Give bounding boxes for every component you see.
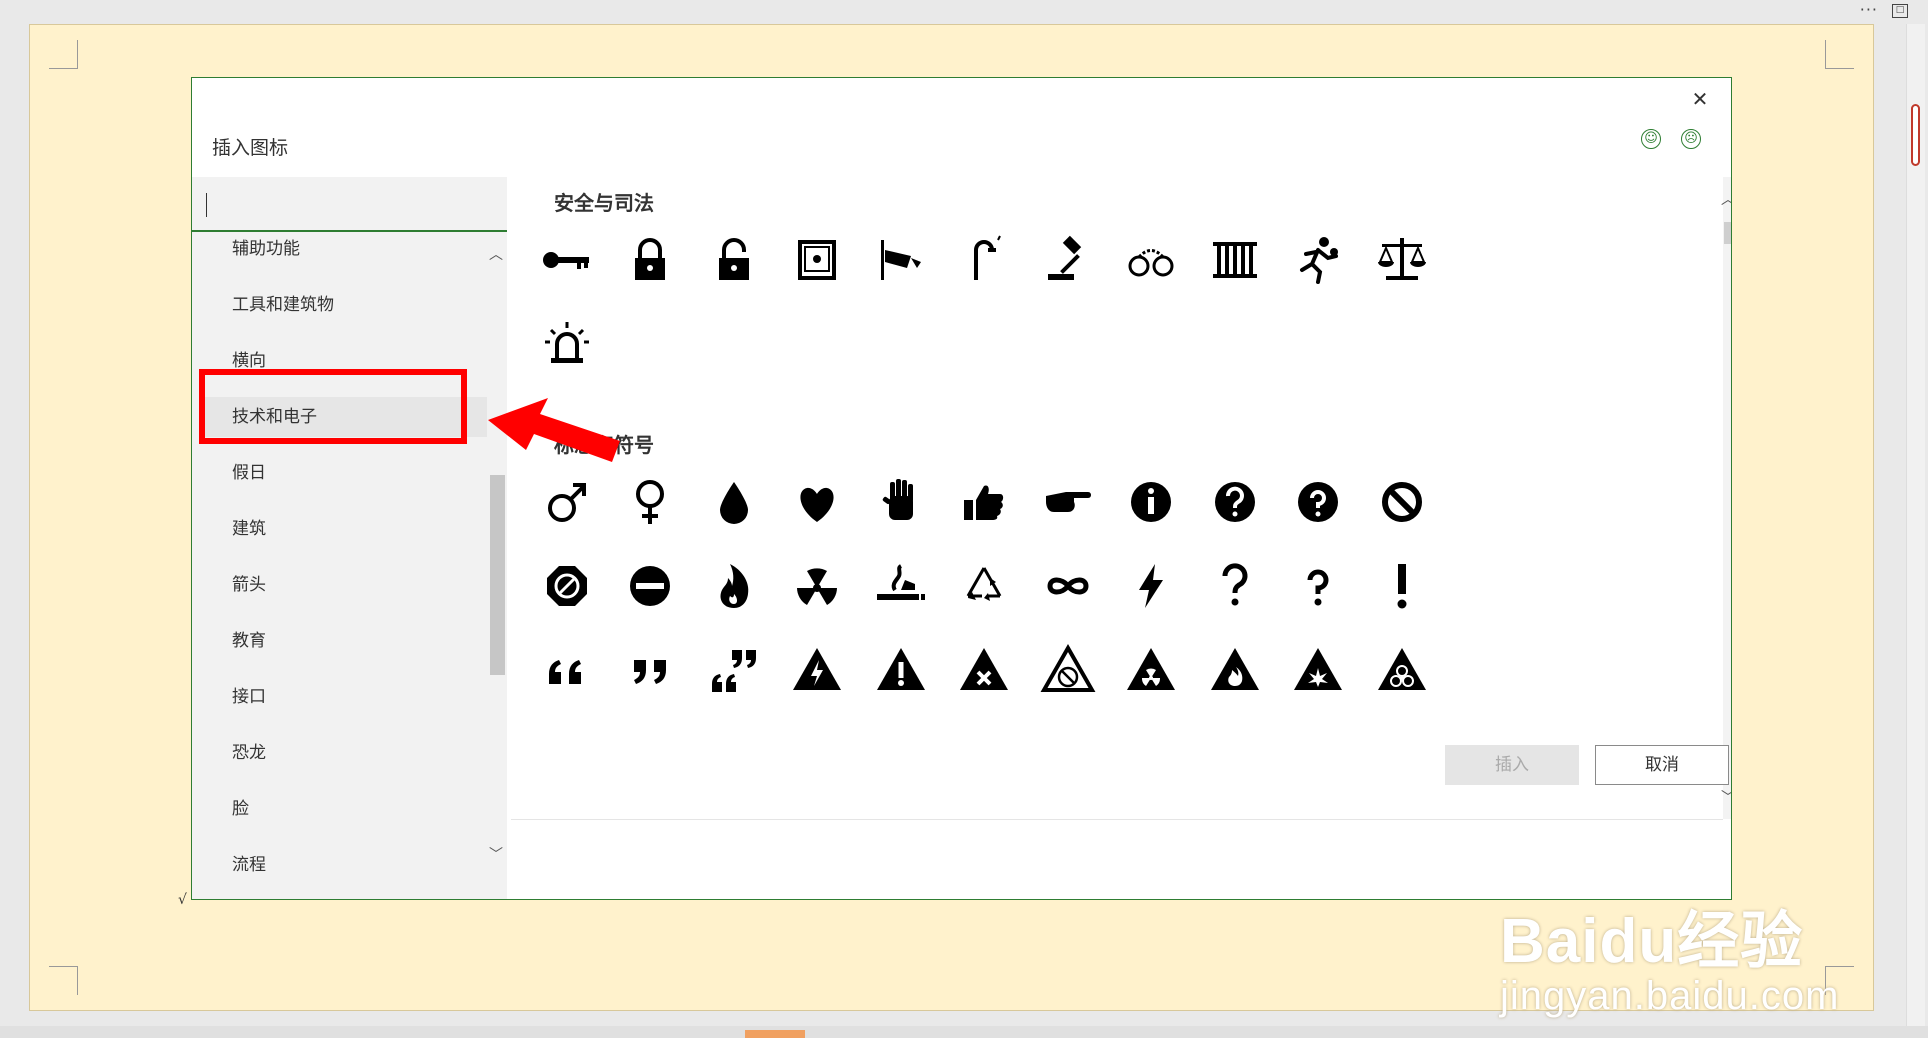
document-vertical-scrollbar[interactable] — [1906, 24, 1925, 1032]
no-entry-icon[interactable] — [620, 556, 680, 616]
watermark-brand: Baidu经验 — [1500, 907, 1804, 976]
frown-feedback-icon[interactable]: ☹ — [1681, 129, 1701, 149]
document-horizontal-scrollbar[interactable] — [0, 1026, 1928, 1038]
close-button[interactable]: ✕ — [1687, 86, 1713, 112]
category-scroll-thumb[interactable] — [490, 475, 505, 675]
warning-biohazard-icon[interactable] — [1372, 640, 1432, 700]
flame-icon[interactable] — [704, 556, 764, 616]
watermark-site: jingyan.baidu.com — [1500, 974, 1840, 1018]
open-quote-icon[interactable] — [537, 640, 597, 700]
padlock-closed-icon[interactable] — [620, 230, 680, 290]
question-circle-alt-icon[interactable] — [1288, 472, 1348, 532]
text-caret — [206, 193, 207, 217]
heart-icon[interactable] — [787, 472, 847, 532]
key-icon[interactable] — [537, 230, 597, 290]
crop-mark-top-left — [49, 40, 78, 69]
female-symbol-icon[interactable] — [620, 472, 680, 532]
category-item[interactable]: 接口 — [232, 677, 266, 717]
scroll-up-icon[interactable]: ︿ — [489, 244, 503, 264]
octagon-no-icon[interactable] — [537, 556, 597, 616]
red-highlight-box — [199, 369, 467, 444]
category-item[interactable]: 脸 — [232, 789, 249, 829]
category-item[interactable]: 恐龙 — [232, 733, 266, 773]
icon-gallery-scrollbar[interactable]: ︿ ﹀ — [1721, 177, 1731, 819]
jail-bars-icon[interactable] — [1205, 230, 1265, 290]
category-item[interactable]: 教育 — [232, 621, 266, 661]
gavel-icon[interactable] — [1038, 230, 1098, 290]
category-item[interactable]: 辅助功能 — [232, 234, 300, 269]
category-scrollbar[interactable]: ︿ ﹀ — [487, 234, 507, 899]
radiation-icon[interactable] — [787, 556, 847, 616]
warning-fire-icon[interactable] — [1205, 640, 1265, 700]
category-list: 辅助功能工具和建筑物横向技术和电子假日建筑箭头教育接口恐龙脸流程轮廓 — [192, 234, 487, 899]
baidu-watermark: Baidu经验 jingyan.baidu.com — [1500, 890, 1839, 1019]
infinity-icon[interactable] — [1038, 556, 1098, 616]
recycle-icon[interactable] — [954, 556, 1014, 616]
streetlight-icon[interactable] — [954, 230, 1014, 290]
smile-feedback-icon[interactable]: ☺ — [1641, 129, 1661, 149]
insert-button[interactable]: 插入 — [1445, 745, 1579, 785]
document-scroll-thumb[interactable] — [1911, 104, 1920, 166]
thumbs-up-icon[interactable] — [954, 472, 1014, 532]
crop-mark-top-right — [1825, 40, 1854, 69]
crop-mark-bottom-left — [49, 966, 78, 995]
siren-icon[interactable] — [537, 314, 597, 374]
quote-pair-icon[interactable] — [704, 640, 764, 700]
info-circle-icon[interactable] — [1121, 472, 1181, 532]
warning-electric-icon[interactable] — [787, 640, 847, 700]
gallery-scroll-up-icon[interactable]: ︿ — [1721, 189, 1731, 209]
question-mark-icon[interactable] — [1205, 556, 1265, 616]
warning-radiation-icon[interactable] — [1121, 640, 1181, 700]
scroll-down-icon[interactable]: ﹀ — [489, 844, 503, 864]
running-thief-icon[interactable] — [1288, 230, 1348, 290]
security-camera-icon[interactable] — [871, 230, 931, 290]
more-options-icon[interactable]: ··· — [1860, 0, 1878, 19]
padlock-open-icon[interactable] — [704, 230, 764, 290]
category-item[interactable]: 流程 — [232, 845, 266, 885]
category-pane: 辅助功能工具和建筑物横向技术和电子假日建筑箭头教育接口恐龙脸流程轮廓 ︿ ﹀ — [192, 177, 507, 899]
gallery-scroll-thumb[interactable] — [1724, 222, 1731, 244]
paragraph-checkmark: √ — [178, 892, 187, 908]
category-item[interactable]: 箭头 — [232, 565, 266, 605]
gallery-scroll-down-icon[interactable]: ﹀ — [1721, 787, 1731, 807]
safe-icon[interactable] — [787, 230, 847, 290]
water-drop-icon[interactable] — [704, 472, 764, 532]
window-title-strip: ··· □ — [0, 0, 1928, 24]
male-symbol-icon[interactable] — [537, 472, 597, 532]
dialog-title: 插入图标 — [212, 137, 289, 159]
prohibited-icon[interactable] — [1372, 472, 1432, 532]
search-input[interactable] — [192, 177, 507, 232]
icon-gallery: 安全与司法标志和符号 — [511, 177, 1723, 820]
lightning-icon[interactable] — [1121, 556, 1181, 616]
scales-of-justice-icon[interactable] — [1372, 230, 1432, 290]
category-item[interactable]: 假日 — [232, 453, 266, 493]
question-mark-alt-icon[interactable] — [1288, 556, 1348, 616]
horizontal-scroll-thumb[interactable] — [745, 1030, 805, 1038]
warning-x-icon[interactable] — [954, 640, 1014, 700]
smoking-icon[interactable] — [871, 556, 931, 616]
warning-no-smoking-icon[interactable] — [1038, 640, 1098, 700]
section-title: 安全与司法 — [554, 191, 654, 215]
question-circle-icon[interactable] — [1205, 472, 1265, 532]
category-item[interactable]: 工具和建筑物 — [232, 285, 334, 325]
handcuffs-icon[interactable] — [1121, 230, 1181, 290]
warning-exclamation-icon[interactable] — [871, 640, 931, 700]
pointing-hand-icon[interactable] — [1038, 472, 1098, 532]
exclamation-icon[interactable] — [1372, 556, 1432, 616]
red-arrow-annotation — [488, 398, 620, 462]
cancel-button[interactable]: 取消 — [1595, 745, 1729, 785]
restore-window-icon[interactable]: □ — [1892, 4, 1908, 18]
hand-stop-icon[interactable] — [871, 472, 931, 532]
warning-explosion-icon[interactable] — [1288, 640, 1348, 700]
close-quote-icon[interactable] — [620, 640, 680, 700]
category-item[interactable]: 建筑 — [232, 509, 266, 549]
icon-pane: 安全与司法标志和符号 ︿ ﹀ — [511, 177, 1731, 899]
